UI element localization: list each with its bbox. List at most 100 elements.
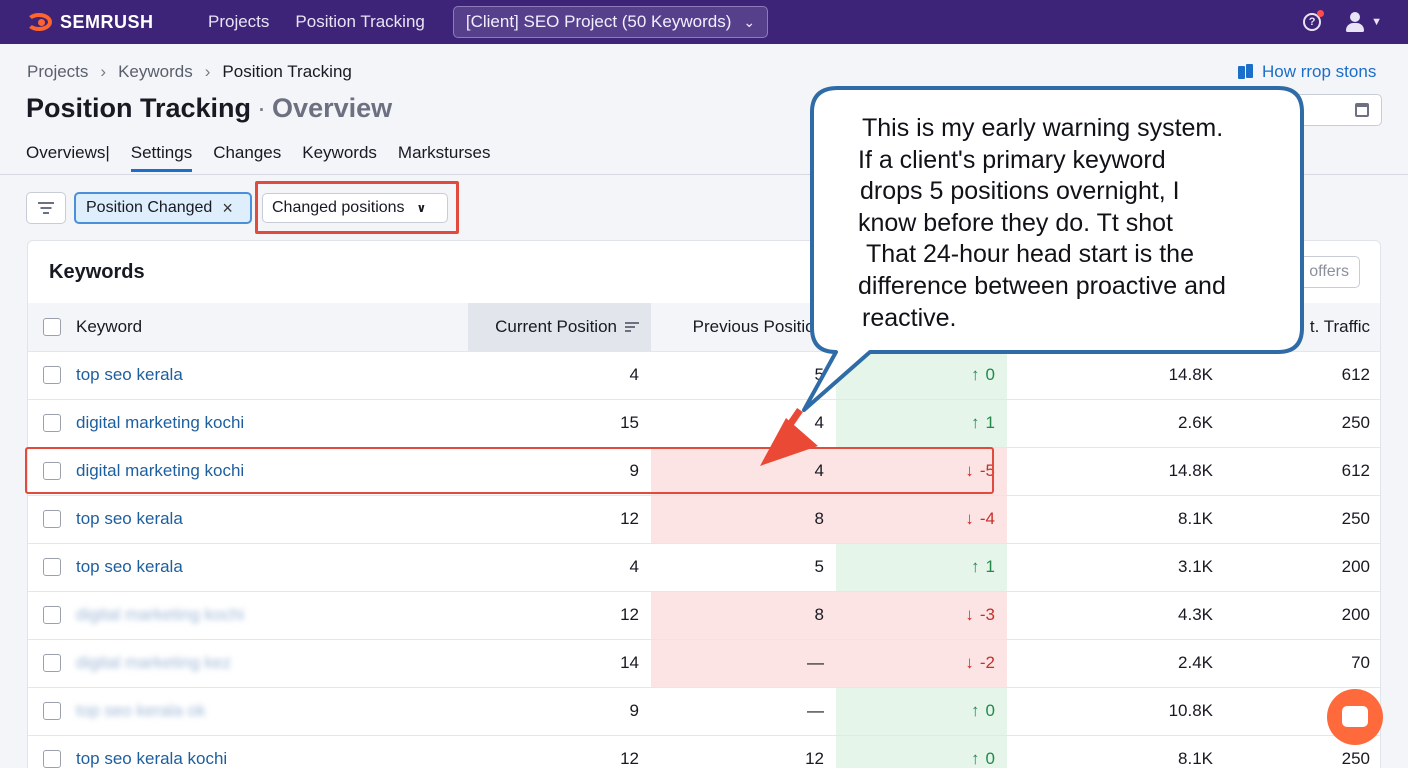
previous-position-cell: — <box>651 687 836 736</box>
page-title-main: Position Tracking <box>26 93 252 123</box>
previous-position-cell: 8 <box>651 591 836 640</box>
select-all-checkbox[interactable] <box>43 317 61 336</box>
table-row[interactable]: top seo kerala 4 5 ↑ 1 3.1K 200 <box>28 543 1380 592</box>
volume-cell: 3.1K <box>1007 543 1225 592</box>
arrow-up-icon: ↑ <box>971 701 980 720</box>
column-current-position[interactable]: Current Position <box>468 303 651 352</box>
filter-button[interactable] <box>26 192 66 224</box>
position-change-cell: ↓ -4 <box>836 495 1007 544</box>
semrush-logo[interactable]: SEMRUSH <box>24 12 194 33</box>
breadcrumb-separator-icon: › <box>204 62 211 81</box>
volume-cell: 14.8K <box>1007 447 1225 496</box>
traffic-cell: 70 <box>1225 639 1380 688</box>
top-navigation-bar: SEMRUSH Projects Position Tracking [Clie… <box>0 0 1408 44</box>
keyword-link[interactable]: digital marketing kochi <box>76 399 468 448</box>
chat-icon <box>1342 706 1368 727</box>
offers-button[interactable]: offers <box>1296 256 1360 288</box>
row-checkbox[interactable] <box>43 654 61 672</box>
breadcrumb-keywords[interactable]: Keywords <box>118 62 193 82</box>
traffic-cell: 612 <box>1225 447 1380 496</box>
current-position-cell: 15 <box>468 399 651 448</box>
breadcrumb-projects[interactable]: Projects <box>27 62 88 82</box>
book-icon <box>1238 64 1254 80</box>
row-checkbox[interactable] <box>43 414 61 432</box>
traffic-cell: 250 <box>1225 399 1380 448</box>
table-row[interactable]: digital marketing kochi 15 4 ↑ 1 2.6K 250 <box>28 399 1380 448</box>
tab-marksturses[interactable]: Marksturses <box>398 143 491 172</box>
tab-keywords[interactable]: Keywords <box>302 143 377 172</box>
page-title: Position Tracking · Overview <box>26 93 393 123</box>
chat-button[interactable] <box>1327 689 1383 745</box>
dropdown-highlight-box <box>255 181 459 234</box>
table-row[interactable]: top seo kerala kochi 12 12 ↑ 0 8.1K 250 <box>28 735 1380 768</box>
keyword-link[interactable]: top seo kerala kochi <box>76 735 468 768</box>
tab-changes[interactable]: Changes <box>213 143 281 172</box>
project-selector[interactable]: [Client] SEO Project (50 Keywords) ⌄ <box>452 6 769 38</box>
tab-settings[interactable]: Settings <box>130 143 193 172</box>
column-previous-position[interactable]: Previous Position <box>651 303 836 352</box>
keyword-link[interactable]: digital marketing kez <box>76 639 468 688</box>
user-avatar-icon[interactable] <box>1345 12 1365 32</box>
card-title: Keywords <box>49 261 145 283</box>
close-icon[interactable]: × <box>222 198 233 219</box>
row-checkbox[interactable] <box>43 702 61 720</box>
arrow-up-icon: ↑ <box>971 557 980 576</box>
tab-overviews[interactable]: Overviews| <box>26 143 110 172</box>
row-checkbox[interactable] <box>43 750 61 768</box>
arrow-down-icon: ↓ <box>965 605 974 624</box>
callout-line: difference between proactive and <box>858 271 1226 300</box>
keyword-link[interactable]: top seo kerala <box>76 351 468 400</box>
keyword-link[interactable]: digital marketing kochi <box>76 591 468 640</box>
keyword-link[interactable]: top seo kerala <box>76 495 468 544</box>
sort-icon <box>625 320 639 334</box>
previous-position-cell: 5 <box>651 351 836 400</box>
keyword-link[interactable]: top seo kerala ok <box>76 687 468 736</box>
volume-cell: 14.8K <box>1007 351 1225 400</box>
row-checkbox[interactable] <box>43 510 61 528</box>
table-row[interactable]: top seo kerala 12 8 ↓ -4 8.1K 250 <box>28 495 1380 544</box>
change-value: 0 <box>985 365 995 384</box>
tab-bar: Overviews| Settings Changes Keywords Mar… <box>26 143 511 172</box>
arrow-up-icon: ↑ <box>971 365 980 384</box>
how-to-link[interactable]: How rrop stons <box>1238 62 1376 82</box>
position-change-cell: ↑ 0 <box>836 687 1007 736</box>
callout-line: know before they do. Tt shot <box>858 208 1174 237</box>
breadcrumb-current: Position Tracking <box>222 62 352 81</box>
volume-cell: 4.3K <box>1007 591 1225 640</box>
table-row[interactable]: digital marketing kez 14— ↓ -2 2.4K 70 <box>28 639 1380 688</box>
table-row[interactable]: top seo kerala ok 9— ↑ 0 10.8K <box>28 687 1380 736</box>
previous-position-cell: — <box>651 639 836 688</box>
nav-projects[interactable]: Projects <box>208 12 269 32</box>
row-checkbox[interactable] <box>43 558 61 576</box>
filter-chip-position-changed[interactable]: Position Changed × <box>74 192 252 224</box>
current-position-cell: 12 <box>468 735 651 768</box>
row-checkbox[interactable] <box>43 366 61 384</box>
table-row[interactable]: top seo kerala 4 5 ↑ 0 14.8K 612 <box>28 351 1380 400</box>
change-value: -3 <box>979 605 995 624</box>
position-change-cell: ↑ 0 <box>836 351 1007 400</box>
help-icon[interactable]: ? <box>1303 10 1325 31</box>
table-row[interactable]: digital marketing kochi 12 8 ↓ -3 4.3K 200 <box>28 591 1380 640</box>
how-to-label: How rrop stons <box>1262 62 1377 81</box>
arrow-down-icon: ↓ <box>965 509 974 528</box>
nav-position-tracking[interactable]: Position Tracking <box>295 12 424 32</box>
column-keyword[interactable]: Keyword <box>76 303 468 352</box>
change-value: 0 <box>985 701 995 720</box>
keyword-link[interactable]: top seo kerala <box>76 543 468 592</box>
semrush-logo-icon <box>24 12 56 32</box>
page-title-sub: Overview <box>272 93 393 123</box>
previous-position-cell: 5 <box>651 543 836 592</box>
traffic-cell: 250 <box>1225 495 1380 544</box>
current-position-cell: 12 <box>468 591 651 640</box>
position-change-cell: ↓ -2 <box>836 639 1007 688</box>
row-checkbox[interactable] <box>43 606 61 624</box>
keywords-table: Keyword Current Position Previous Positi… <box>28 303 1380 768</box>
change-value: -4 <box>979 509 995 528</box>
date-picker-button[interactable] <box>1290 94 1382 126</box>
user-menu-chevron-icon[interactable]: ▼ <box>1371 16 1382 28</box>
breadcrumb-separator-icon: › <box>100 62 107 81</box>
callout-line: If a client's primary keyword <box>858 145 1166 174</box>
callout-text: This is my early warning system. If a cl… <box>848 113 1288 334</box>
breadcrumb: Projects › Keywords › Position Tracking <box>27 62 352 82</box>
volume-cell: 10.8K <box>1007 687 1225 736</box>
